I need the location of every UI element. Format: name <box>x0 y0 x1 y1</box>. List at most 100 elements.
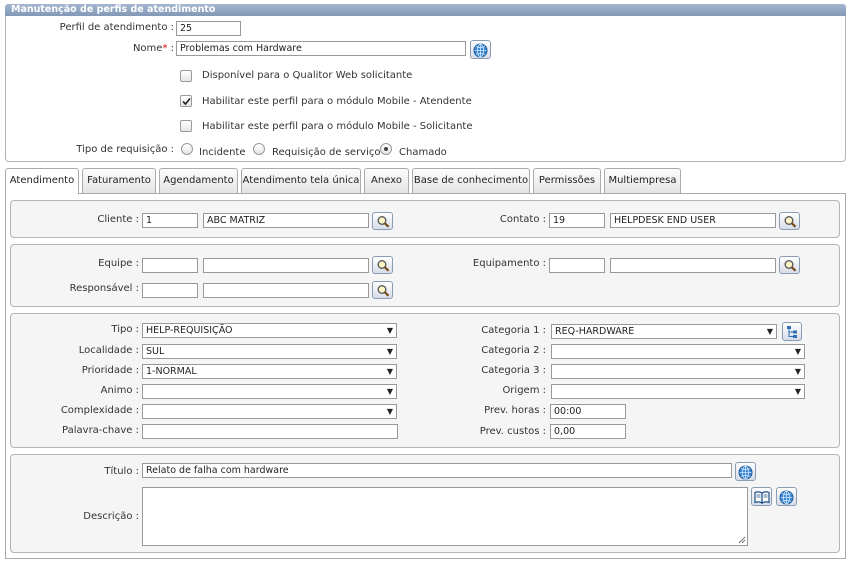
radio-incidente-label: Incidente <box>199 147 246 158</box>
categoria3-label: Categoria 3 : <box>481 365 546 376</box>
responsavel-code-input[interactable] <box>142 283 198 298</box>
titulo-input[interactable]: Relato de falha com hardware <box>142 463 732 478</box>
tab-atendimento-tela-unica[interactable]: Atendimento tela única <box>241 168 361 193</box>
chevron-down-icon: ▼ <box>386 407 393 416</box>
tab-atendimento[interactable]: Atendimento <box>5 168 79 194</box>
chevron-down-icon: ▼ <box>794 387 801 396</box>
check-web-label: Disponível para o Qualitor Web solicitan… <box>202 70 413 81</box>
descricao-label: Descrição : <box>83 511 139 522</box>
chevron-down-icon: ▼ <box>386 326 393 335</box>
perfil-label: Perfil de atendimento : <box>59 22 174 33</box>
radio-requisicao-servico[interactable] <box>253 143 265 155</box>
contato-lookup-button[interactable] <box>779 212 800 230</box>
categoria1-label: Categoria 1 : <box>481 325 546 336</box>
equipamento-name-input[interactable] <box>610 258 776 273</box>
equipe-label: Equipe : <box>98 258 139 269</box>
radio-incidente[interactable] <box>181 143 193 155</box>
check-mobile-solicitante[interactable] <box>180 120 192 132</box>
radio-requisicao-servico-label: Requisição de serviço <box>272 147 381 158</box>
origem-label: Origem : <box>502 385 546 396</box>
palavra-chave-input[interactable] <box>142 424 398 439</box>
tab-multiempresa[interactable]: Multiempresa <box>604 168 681 193</box>
equipamento-code-input[interactable] <box>549 258 605 273</box>
form-title: Manutenção de perfis de atendimento <box>11 4 216 15</box>
palavra-chave-label: Palavra-chave : <box>62 425 139 436</box>
localidade-select[interactable]: SUL ▼ <box>142 344 397 359</box>
cliente-code-input[interactable]: 1 <box>142 213 198 228</box>
tipo-label: Tipo : <box>111 324 139 335</box>
cliente-name-input[interactable]: ABC MATRIZ <box>203 213 369 228</box>
equipe-name-input[interactable] <box>203 258 369 273</box>
tab-base-conhecimento[interactable]: Base de conhecimento <box>412 168 530 193</box>
categoria-tree-button[interactable] <box>782 322 802 341</box>
magnifier-icon <box>377 216 390 228</box>
chevron-down-icon: ▼ <box>386 367 393 376</box>
magnifier-icon <box>784 216 797 228</box>
check-mobile-atendente[interactable] <box>180 95 192 107</box>
tab-anexo[interactable]: Anexo <box>364 168 409 193</box>
prev-custos-input[interactable]: 0,00 <box>550 424 626 439</box>
complexidade-select[interactable]: ▼ <box>142 404 397 419</box>
contato-name-input[interactable]: HELPDESK END USER <box>610 213 776 228</box>
nome-input[interactable]: Problemas com Hardware <box>176 41 466 56</box>
categoria2-select[interactable]: ▼ <box>551 344 805 359</box>
localidade-label: Localidade : <box>78 345 139 356</box>
tipo-requisicao-label: Tipo de requisição : <box>76 144 174 155</box>
equipamento-label: Equipamento : <box>472 258 546 269</box>
chevron-down-icon: ▼ <box>386 347 393 356</box>
chevron-down-icon: ▼ <box>794 347 801 356</box>
radio-chamado[interactable] <box>380 143 392 155</box>
magnifier-icon <box>377 285 390 297</box>
profile-panel <box>5 16 846 162</box>
titulo-label: Título : <box>104 466 139 477</box>
descricao-knowledge-button[interactable] <box>751 487 772 506</box>
checkmark-icon <box>182 97 191 106</box>
form-title-bar: Manutenção de perfis de atendimento <box>5 4 846 16</box>
origem-select[interactable]: ▼ <box>551 384 805 399</box>
book-icon <box>754 491 770 504</box>
equipe-section <box>10 244 840 307</box>
animo-select[interactable]: ▼ <box>142 384 397 399</box>
categoria1-select[interactable]: REQ-HARDWARE ▼ <box>551 324 777 339</box>
equipe-code-input[interactable] <box>142 258 198 273</box>
animo-label: Animo : <box>100 385 139 396</box>
categoria2-label: Categoria 2 : <box>481 345 546 356</box>
equipe-lookup-button[interactable] <box>372 256 393 274</box>
equipamento-lookup-button[interactable] <box>779 256 800 274</box>
globe-icon <box>473 43 488 58</box>
descricao-textarea[interactable] <box>142 487 748 546</box>
chevron-down-icon: ▼ <box>386 387 393 396</box>
perfil-input[interactable]: 25 <box>176 21 241 36</box>
tab-permissoes[interactable]: Permissões <box>533 168 601 193</box>
check-mobile-atendente-label: Habilitar este perfil para o módulo Mobi… <box>202 96 472 107</box>
tab-faturamento[interactable]: Faturamento <box>82 168 156 193</box>
tree-icon <box>787 326 797 338</box>
chevron-down-icon: ▼ <box>766 327 773 336</box>
prev-horas-input[interactable]: 00:00 <box>550 404 626 419</box>
nome-translate-button[interactable] <box>470 40 491 59</box>
chevron-down-icon: ▼ <box>794 367 801 376</box>
descricao-translate-button[interactable] <box>776 487 797 506</box>
check-mobile-solicitante-label: Habilitar este perfil para o módulo Mobi… <box>202 121 473 132</box>
globe-icon <box>738 465 753 480</box>
categoria3-select[interactable]: ▼ <box>551 364 805 379</box>
prioridade-label: Prioridade : <box>81 365 139 376</box>
globe-icon <box>779 490 794 505</box>
magnifier-icon <box>784 260 797 272</box>
radio-chamado-label: Chamado <box>399 147 447 158</box>
cliente-lookup-button[interactable] <box>372 212 393 230</box>
cliente-label: Cliente : <box>97 214 139 225</box>
tab-agendamento[interactable]: Agendamento <box>159 168 238 193</box>
contato-label: Contato : <box>499 214 546 225</box>
responsavel-label: Responsável : <box>69 283 139 294</box>
tipo-select[interactable]: HELP-REQUISIÇÃO ▼ <box>142 323 397 338</box>
responsavel-lookup-button[interactable] <box>372 281 393 299</box>
nome-label: Nome* : <box>132 43 174 54</box>
contato-code-input[interactable]: 19 <box>549 213 605 228</box>
resize-grip-icon[interactable] <box>738 536 746 544</box>
complexidade-label: Complexidade : <box>60 405 139 416</box>
prioridade-select[interactable]: 1-NORMAL ▼ <box>142 364 397 379</box>
responsavel-name-input[interactable] <box>203 283 369 298</box>
titulo-translate-button[interactable] <box>735 462 756 481</box>
check-web-solicitante[interactable] <box>180 70 192 82</box>
